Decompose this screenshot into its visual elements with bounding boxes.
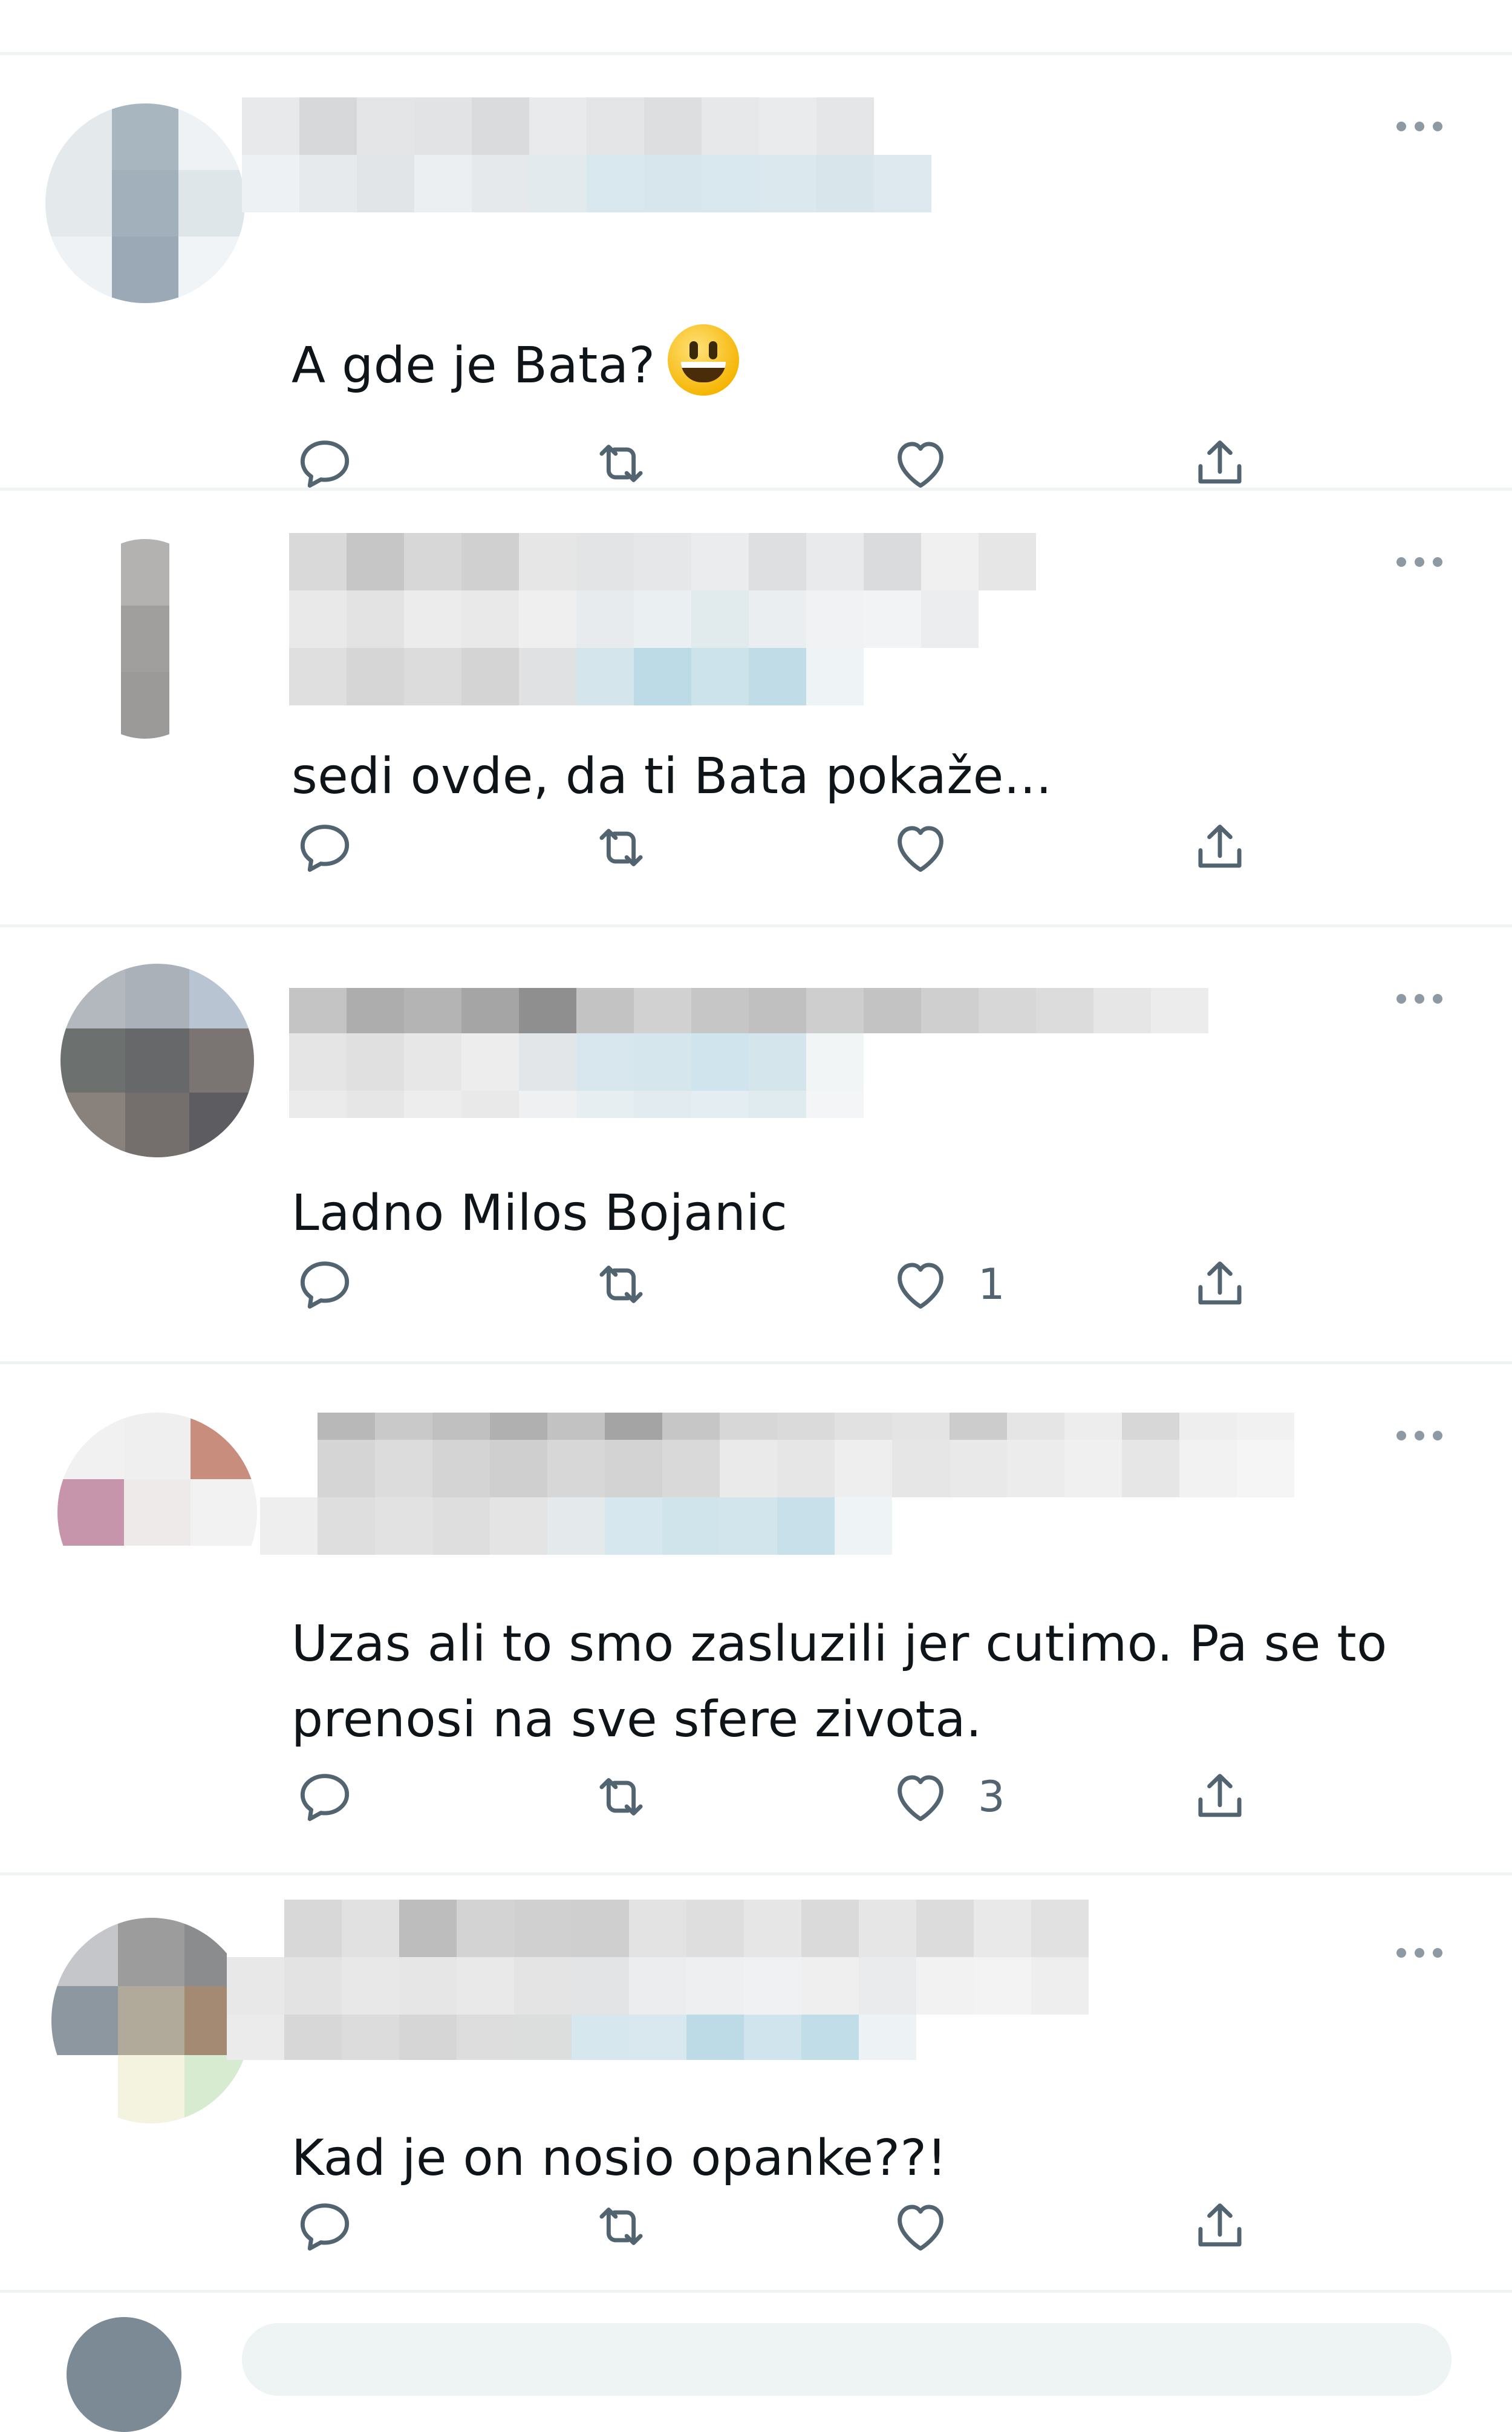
more-options-icon[interactable]	[1396, 1431, 1442, 1440]
reply-button[interactable]	[292, 814, 358, 881]
share-button[interactable]	[1187, 430, 1253, 497]
more-options-icon[interactable]	[1396, 1948, 1442, 1958]
like-button[interactable]	[887, 2193, 978, 2260]
heart-icon	[898, 2205, 943, 2251]
retweet-button[interactable]	[588, 814, 654, 881]
retweet-icon	[599, 829, 643, 866]
user-name-handle-pixelated[interactable]	[242, 97, 931, 212]
tweet-divider	[0, 2290, 1512, 2293]
tweet-3[interactable]: Ladno Milos Bojanic 1	[0, 927, 1512, 1364]
like-button[interactable]	[887, 430, 978, 497]
more-options-icon[interactable]	[1396, 557, 1442, 567]
tweet-text: A gde je Bata?	[292, 324, 1441, 404]
reply-button[interactable]	[292, 1764, 358, 1830]
avatar[interactable]	[57, 1413, 257, 1612]
tweet-2[interactable]: sedi ovde, da ti Bata pokaže...	[0, 491, 1512, 927]
reply-button[interactable]	[292, 1251, 358, 1318]
share-icon	[1198, 440, 1242, 484]
heart-icon	[898, 1263, 943, 1309]
reply-icon	[300, 440, 350, 488]
reply-icon	[300, 825, 350, 872]
tweet-text: Kad je on nosio opanke??!	[292, 2130, 947, 2187]
reply-icon	[300, 2203, 350, 2251]
user-name-handle-pixelated[interactable]	[289, 533, 1036, 705]
avatar[interactable]	[73, 539, 218, 739]
reply-icon	[300, 1261, 350, 1309]
heart-icon	[898, 442, 943, 488]
retweet-icon	[599, 1266, 643, 1303]
more-options-icon[interactable]	[1396, 122, 1442, 131]
share-button[interactable]	[1187, 1764, 1253, 1830]
avatar[interactable]	[60, 964, 254, 1157]
share-icon	[1198, 825, 1242, 868]
like-button[interactable]: 3	[887, 1764, 1005, 1830]
tweet-actions	[292, 814, 1380, 881]
share-icon	[1198, 2203, 1242, 2247]
user-name-handle-pixelated[interactable]	[227, 1900, 1089, 2060]
retweet-icon	[599, 445, 643, 482]
retweet-icon	[599, 2208, 643, 2245]
share-button[interactable]	[1187, 814, 1253, 881]
reply-icon	[300, 1774, 350, 1822]
tweet-text: sedi ovde, da ti Bata pokaže...	[292, 748, 1052, 805]
tweet-4[interactable]: Uzas ali to smo zasluzili jer cutimo. Pa…	[0, 1364, 1512, 1875]
tweet-actions	[292, 2193, 1380, 2260]
tweet-actions	[292, 430, 1380, 497]
avatar[interactable]	[45, 103, 245, 303]
next-tweet-header	[242, 2323, 1452, 2396]
tweet-actions: 1	[292, 1251, 1380, 1318]
heart-icon	[898, 826, 943, 872]
like-button[interactable]: 1	[887, 1251, 1005, 1318]
like-count: 1	[978, 1260, 1005, 1309]
retweet-button[interactable]	[588, 430, 654, 497]
avatar[interactable]	[67, 2317, 181, 2432]
reply-button[interactable]	[292, 2193, 358, 2260]
grinning-face-emoji	[667, 324, 739, 396]
share-button[interactable]	[1187, 2193, 1253, 2260]
avatar[interactable]	[51, 1918, 251, 2123]
tweet-text: Ladno Milos Bojanic	[292, 1185, 788, 1242]
tweet-1[interactable]: A gde je Bata?	[0, 55, 1512, 491]
retweet-icon	[599, 1778, 643, 1816]
retweet-button[interactable]	[588, 1764, 654, 1830]
share-icon	[1198, 1774, 1242, 1817]
reply-button[interactable]	[292, 430, 358, 497]
heart-icon	[898, 1775, 943, 1822]
retweet-button[interactable]	[588, 1251, 654, 1318]
share-icon	[1198, 1261, 1242, 1305]
user-name-handle-pixelated[interactable]	[289, 988, 1208, 1118]
like-count: 3	[978, 1772, 1005, 1822]
share-button[interactable]	[1187, 1251, 1253, 1318]
user-name-handle-pixelated[interactable]	[260, 1413, 1294, 1555]
more-options-icon[interactable]	[1396, 994, 1442, 1004]
retweet-button[interactable]	[588, 2193, 654, 2260]
tweet-text: Uzas ali to smo zasluzili jer cutimo. Pa…	[292, 1615, 1404, 1748]
tweet-5[interactable]: Kad je on nosio opanke??!	[0, 1875, 1512, 2293]
tweet-actions: 3	[292, 1764, 1380, 1830]
like-button[interactable]	[887, 814, 978, 881]
